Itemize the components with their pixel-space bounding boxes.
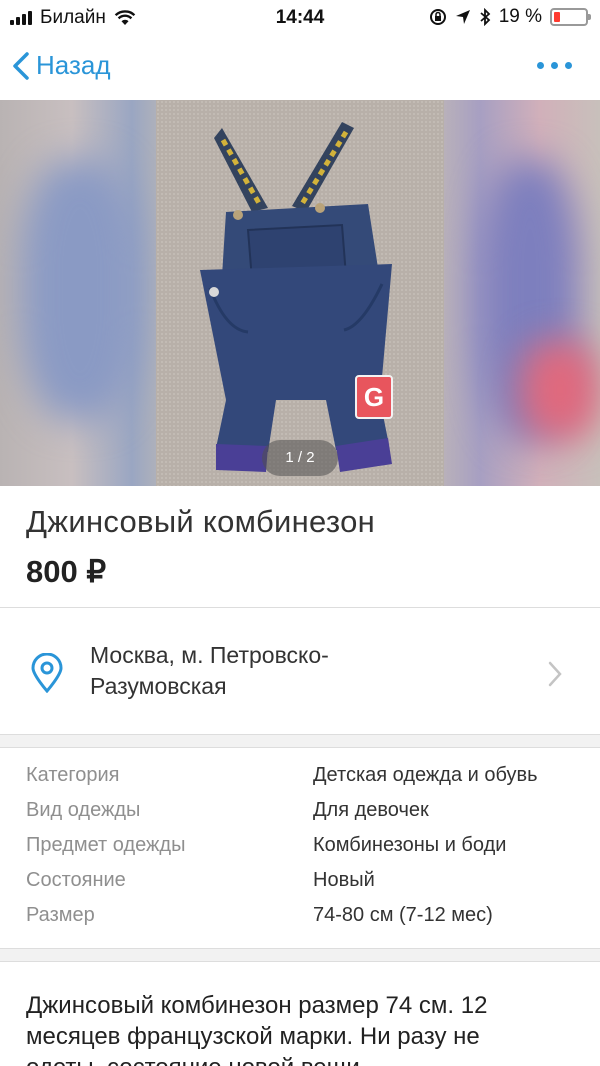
chevron-right-icon [548, 661, 562, 687]
param-value: Детская одежда и обувь [313, 764, 538, 786]
location-line-1: Москва, м. Петровско- [90, 642, 329, 668]
denim-overalls-photo: G [200, 122, 393, 472]
page-indicator: 1 / 2 [262, 440, 338, 476]
param-row: Вид одежды Для девочек [0, 793, 600, 828]
location-line-2: Разумовская [90, 673, 227, 699]
param-row: Предмет одежды Комбинезоны и боди [0, 828, 600, 863]
battery-icon [550, 8, 591, 26]
param-value: Для девочек [313, 799, 429, 821]
param-row: Категория Детская одежда и обувь [0, 758, 600, 793]
param-label: Категория [26, 764, 120, 786]
location-address: Москва, м. Петровско- Разумовская [90, 640, 510, 702]
ellipsis-icon [537, 62, 544, 69]
location-row[interactable]: Москва, м. Петровско- Разумовская [0, 608, 600, 734]
param-value: 74-80 см (7-12 мес) [313, 904, 493, 926]
battery-percent: 19 % [498, 6, 542, 27]
param-label: Размер [26, 904, 95, 926]
back-button[interactable]: Назад [12, 50, 111, 81]
chevron-left-icon [13, 51, 29, 80]
svg-text:G: G [364, 382, 384, 412]
map-pin-icon [31, 653, 63, 693]
description-line: одеты, состояние новой вещи. [26, 1052, 576, 1066]
description-line: месяцев французской марки. Ни разу не [26, 1023, 480, 1050]
photo-gallery[interactable]: G 1 / 2 [0, 100, 600, 486]
title-section: Джинсовый комбинезон 800 ₽ [0, 486, 600, 608]
section-separator [0, 734, 600, 748]
listing-description: Джинсовый комбинезон размер 74 см. 12 ме… [26, 990, 576, 1066]
param-row: Состояние Новый [0, 863, 600, 898]
param-label: Вид одежды [26, 799, 141, 821]
product-photo[interactable]: G [156, 100, 444, 486]
param-label: Предмет одежды [26, 834, 186, 856]
location-arrow-icon [455, 10, 470, 24]
parameters-list: Категория Детская одежда и обувь Вид оде… [0, 748, 600, 946]
param-row: Размер 74-80 см (7-12 мес) [0, 898, 600, 933]
description-line: Джинсовый комбинезон размер 74 см. 12 [26, 992, 488, 1019]
status-bar: Билайн 14:44 19 % [0, 0, 600, 36]
listing-price: 800 ₽ [26, 554, 107, 589]
status-right: 19 % [429, 6, 591, 28]
back-label: Назад [36, 50, 111, 80]
listing-title: Джинсовый комбинезон [26, 504, 376, 539]
more-options-button[interactable] [537, 62, 572, 69]
orientation-lock-icon [429, 9, 446, 25]
navigation-bar: Назад [0, 36, 600, 100]
param-value: Новый [313, 869, 375, 891]
param-value: Комбинезоны и боди [313, 834, 507, 856]
battery-level [554, 12, 560, 22]
param-label: Состояние [26, 869, 126, 891]
bluetooth-icon [480, 8, 491, 26]
section-separator [0, 948, 600, 962]
